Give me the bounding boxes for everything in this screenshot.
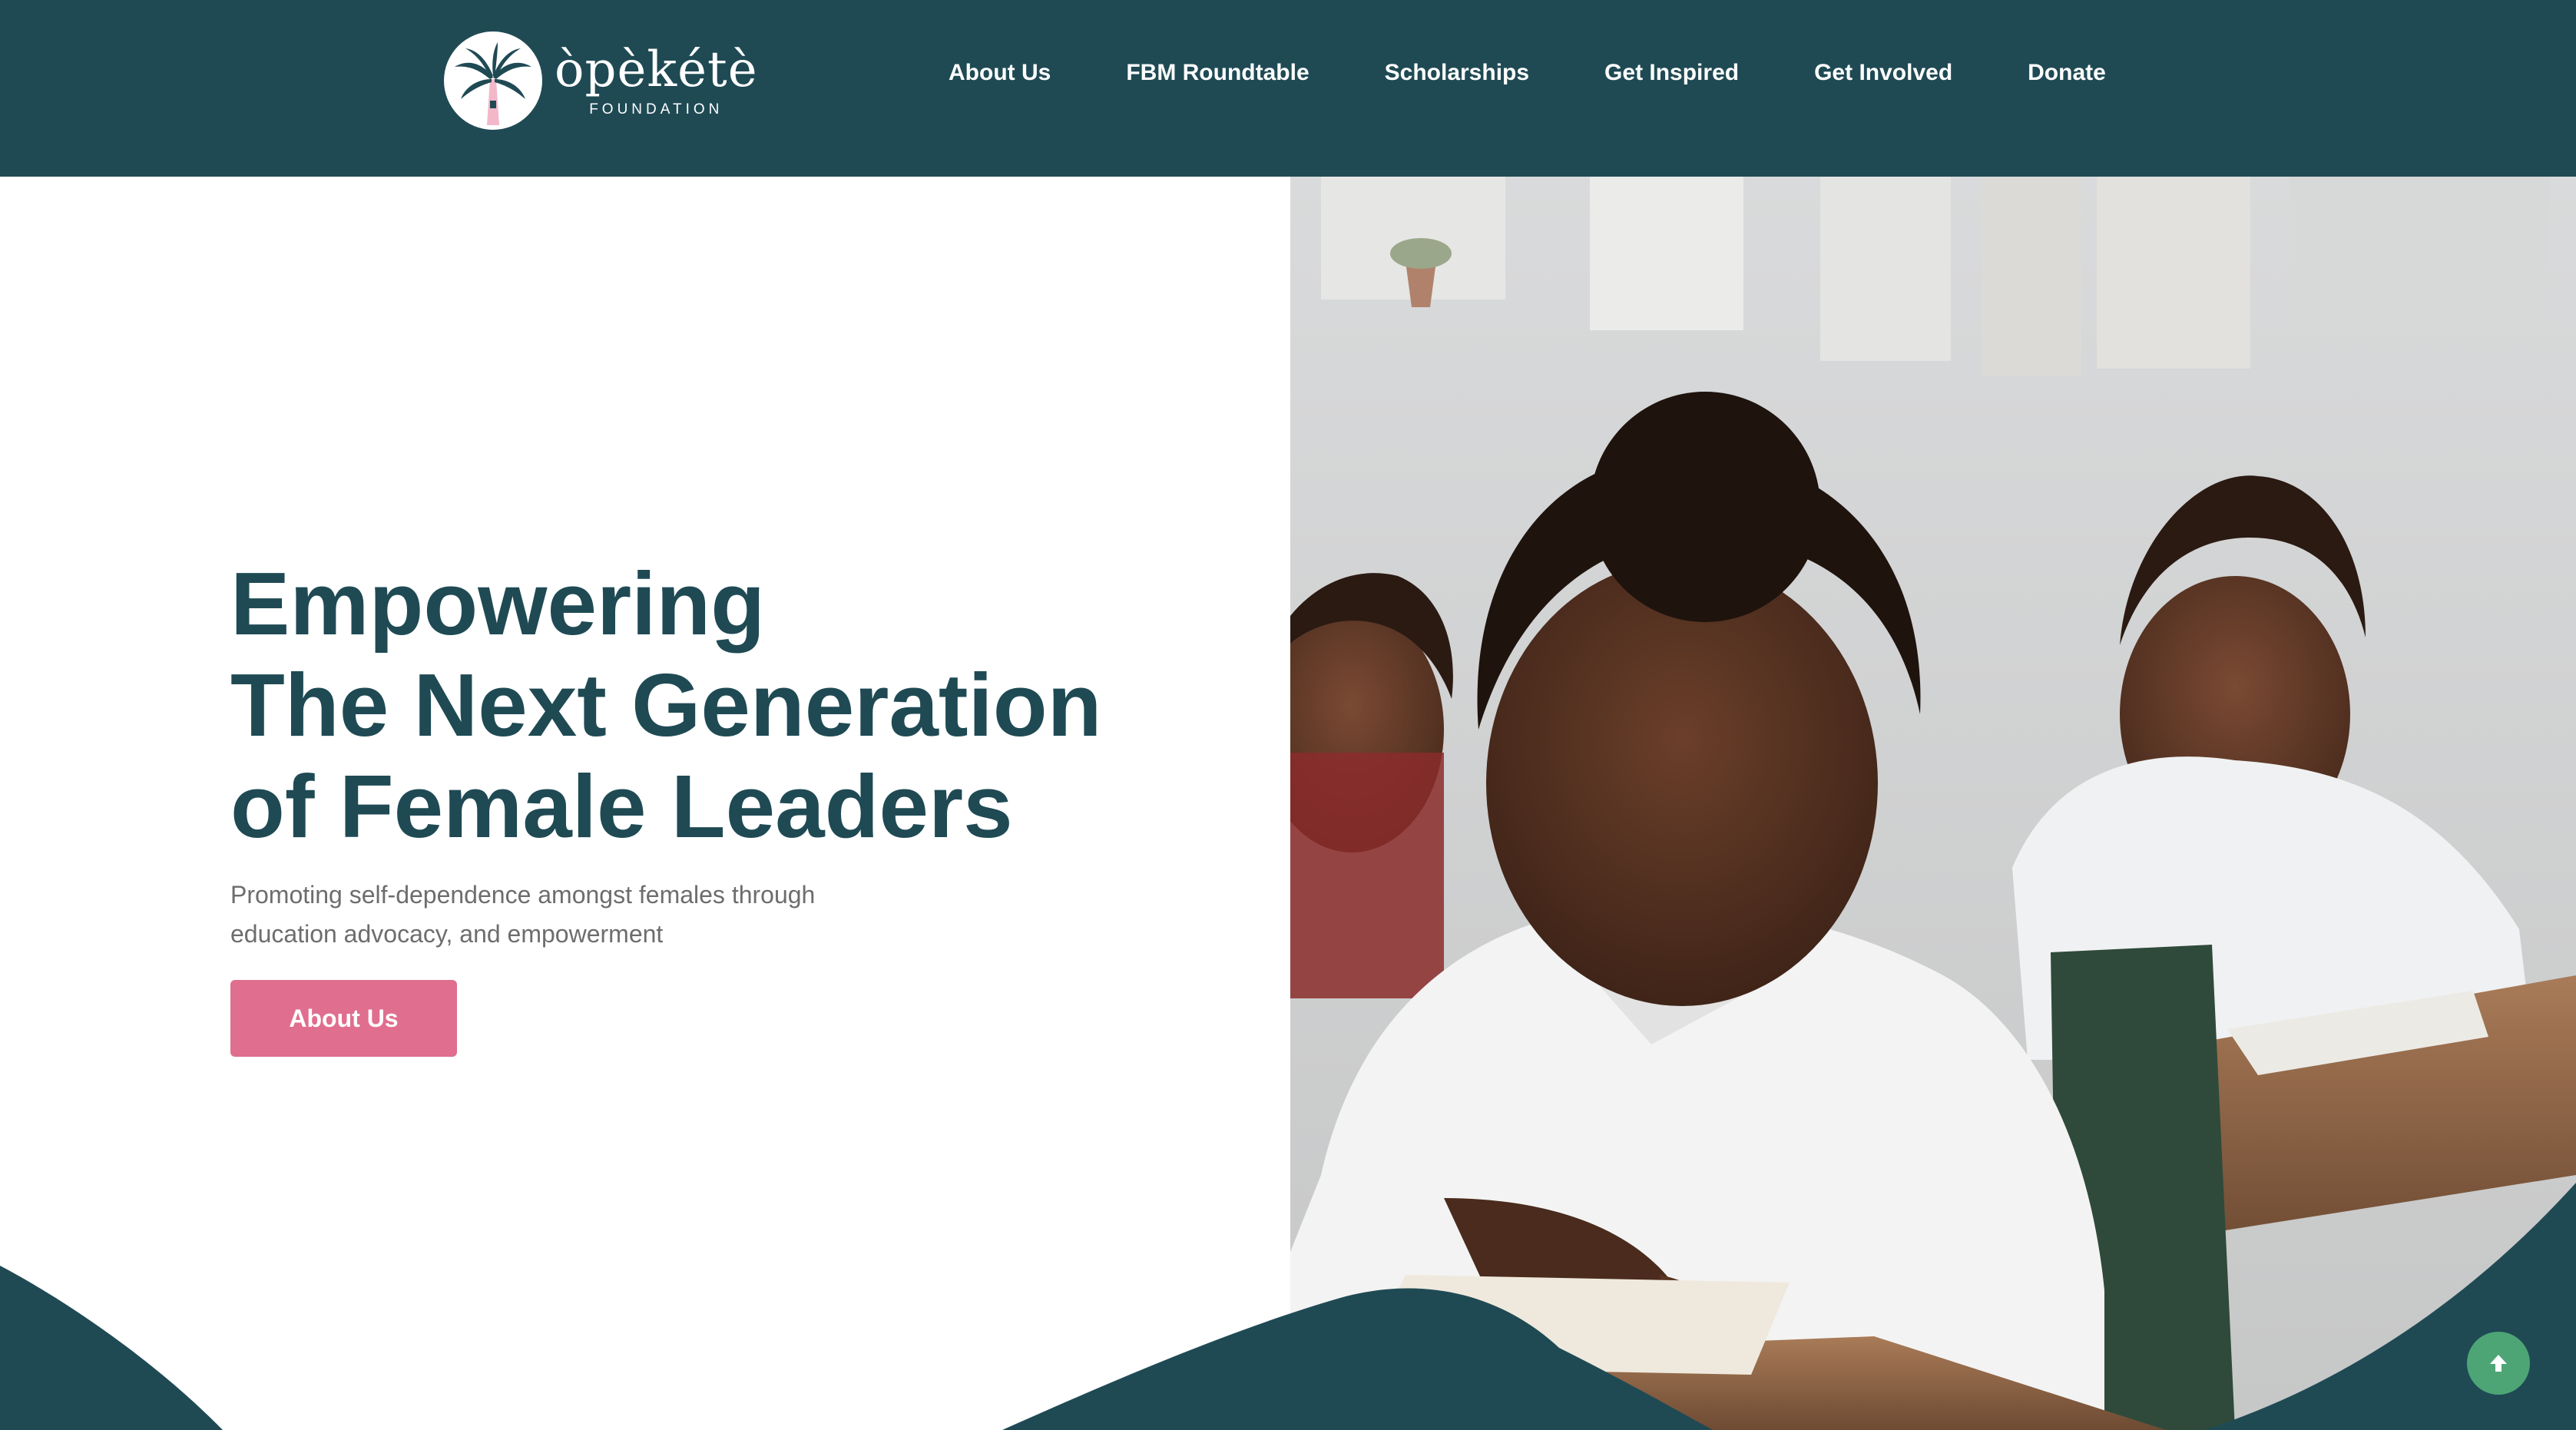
scroll-to-top-button[interactable] <box>2467 1332 2530 1395</box>
headline-line: of Female Leaders <box>230 756 1013 856</box>
hero-subtext: Promoting self-dependence amongst female… <box>230 876 845 954</box>
subtext-line: Promoting self-dependence amongst female… <box>230 881 816 909</box>
hero-text-block: Empowering The Next Generation of Female… <box>230 553 1101 1057</box>
main-nav: About Us FBM Roundtable Scholarships Get… <box>949 0 2106 146</box>
arrow-up-icon <box>2490 1355 2507 1372</box>
site-header: òpèkétè FOUNDATION About Us FBM Roundtab… <box>0 0 2576 177</box>
nav-donate[interactable]: Donate <box>2028 60 2106 86</box>
logo-wordmark: òpèkétè <box>555 41 758 98</box>
subtext-line: education advocacy, and empowerment <box>230 920 664 948</box>
nav-get-inspired[interactable]: Get Inspired <box>1604 60 1739 86</box>
nav-get-involved[interactable]: Get Involved <box>1814 60 1952 86</box>
headline-line: Empowering <box>230 554 766 654</box>
palm-tree-logo-icon <box>444 31 542 130</box>
headline-line: The Next Generation <box>230 655 1102 755</box>
nav-fbm-roundtable[interactable]: FBM Roundtable <box>1126 60 1309 86</box>
decorative-wave-shapes <box>0 1183 2576 1430</box>
nav-scholarships[interactable]: Scholarships <box>1385 60 1529 86</box>
page: òpèkétè FOUNDATION About Us FBM Roundtab… <box>0 0 2576 1430</box>
nav-about-us[interactable]: About Us <box>949 60 1051 86</box>
hero-headline: Empowering The Next Generation of Female… <box>230 553 1101 857</box>
logo-subtitle: FOUNDATION <box>589 101 723 118</box>
about-us-button[interactable]: About Us <box>230 980 457 1057</box>
site-logo[interactable]: òpèkétè FOUNDATION <box>444 31 758 131</box>
